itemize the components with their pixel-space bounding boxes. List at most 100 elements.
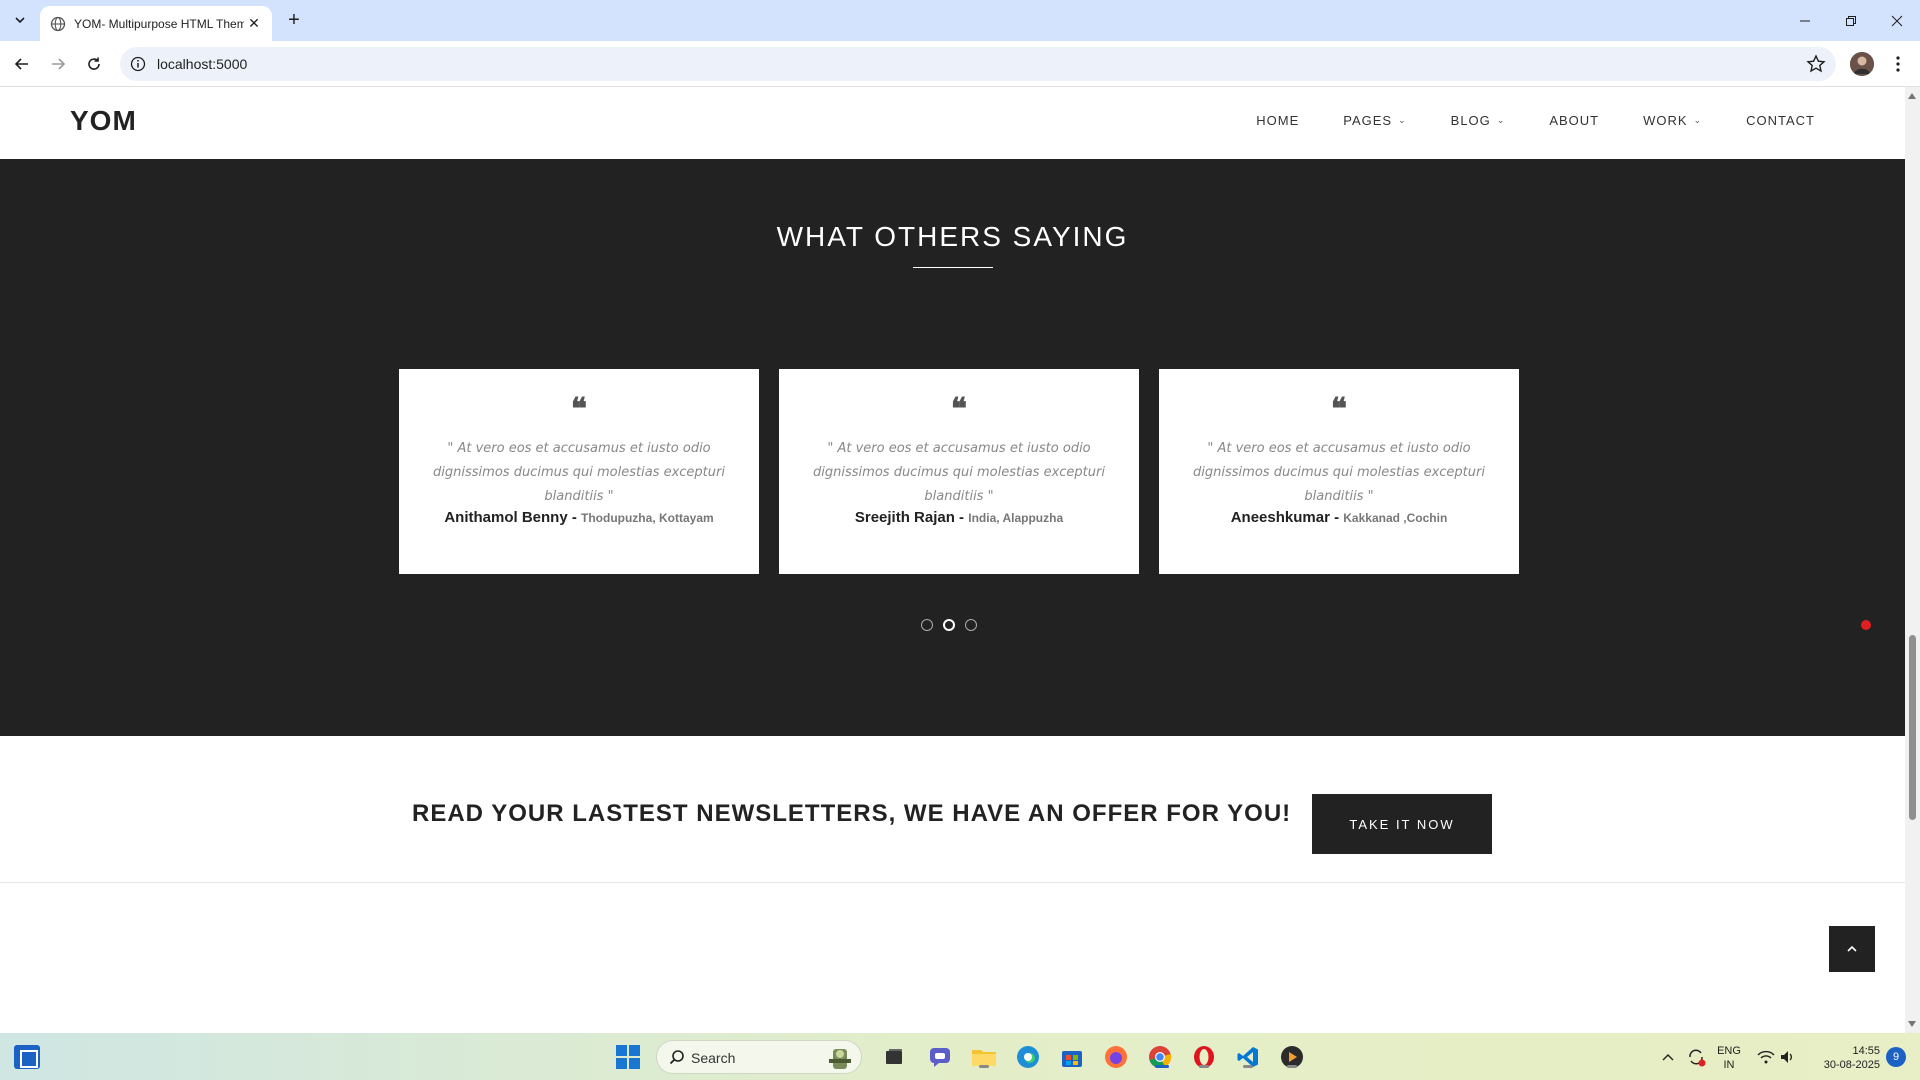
- minimize-button[interactable]: [1782, 0, 1828, 41]
- wifi-glyph: [1757, 1050, 1775, 1064]
- browser-tab-active[interactable]: YOM- Multipurpose HTML Theme ✕: [40, 6, 272, 41]
- take-it-now-button[interactable]: TAKE IT NOW: [1312, 794, 1492, 854]
- testimonial-author: Aneeshkumar - Kakkanad ,Cochin: [1159, 509, 1519, 526]
- nav-blog[interactable]: BLOG ⌄: [1451, 113, 1506, 128]
- profile-avatar[interactable]: [1850, 52, 1874, 76]
- browser-menu-button[interactable]: [1886, 52, 1910, 76]
- tab-search-button[interactable]: [8, 8, 32, 32]
- start-button[interactable]: [616, 1045, 640, 1069]
- teams-chat-icon[interactable]: [926, 1043, 954, 1071]
- back-button[interactable]: [10, 52, 34, 76]
- carousel-dot-3[interactable]: [965, 619, 977, 631]
- clock[interactable]: 14:55 30-08-2025: [1806, 1044, 1880, 1072]
- url-text[interactable]: localhost:5000: [157, 56, 247, 72]
- nav-pages[interactable]: PAGES ⌄: [1343, 113, 1406, 128]
- scrollbar-thumb[interactable]: [1909, 635, 1916, 820]
- tray-overflow-button[interactable]: [1658, 1043, 1678, 1071]
- new-tab-button[interactable]: +: [282, 8, 306, 32]
- tab-close-icon[interactable]: ✕: [246, 15, 262, 31]
- quote-icon: ❝: [950, 392, 968, 427]
- carousel-pagination: [921, 619, 977, 631]
- testimonial-card: ❝ " At vero eos et accusamus et iusto od…: [779, 369, 1139, 574]
- author-name: Aneeshkumar -: [1230, 509, 1344, 526]
- chevron-down-icon: [15, 17, 25, 24]
- language-indicator[interactable]: ENG IN: [1714, 1044, 1744, 1072]
- testimonial-author: Anithamol Benny - Thodupuzha, Kottayam: [399, 509, 759, 526]
- testimonial-author: Sreejith Rajan - India, Alappuzha: [779, 509, 1139, 526]
- media-player-icon[interactable]: [1278, 1043, 1306, 1071]
- testimonials-section: WHAT OTHERS SAYING ❝ " At vero eos et ac…: [0, 159, 1905, 736]
- close-icon: [1891, 15, 1903, 26]
- nav-label: PAGES: [1343, 113, 1393, 128]
- edge-icon[interactable]: [1014, 1043, 1042, 1071]
- record-dot-icon: [1861, 620, 1871, 630]
- author-location: India, Alappuzha: [968, 511, 1064, 525]
- quote-icon: ❝: [1330, 392, 1348, 427]
- running-indicator: [979, 1065, 989, 1068]
- nav-home[interactable]: HOME: [1256, 113, 1299, 128]
- scroll-down-arrow-icon[interactable]: [1908, 1021, 1916, 1027]
- testimonial-quote: " At vero eos et accusamus et iusto odio…: [813, 441, 1105, 504]
- tab-title: YOM- Multipurpose HTML Theme: [74, 16, 244, 31]
- nav-label: HOME: [1256, 113, 1300, 128]
- file-explorer-icon[interactable]: [970, 1043, 998, 1071]
- active-indicator: [1155, 1065, 1169, 1068]
- main-nav: HOME PAGES ⌄ BLOG ⌄ ABOUT WORK ⌄ CONTACT: [1212, 113, 1815, 128]
- reload-icon: [88, 57, 100, 70]
- running-indicator: [1243, 1065, 1253, 1068]
- task-view-icon[interactable]: [880, 1043, 908, 1071]
- address-bar[interactable]: localhost:5000: [120, 47, 1836, 81]
- notification-badge[interactable]: 9: [1886, 1047, 1906, 1067]
- info-icon[interactable]: [130, 56, 146, 72]
- site-logo[interactable]: YOM: [70, 105, 137, 137]
- firefox-glyph: [1105, 1046, 1127, 1068]
- screenrec-widget[interactable]: screenrec: [1854, 617, 1878, 707]
- testimonial-quote: " At vero eos et accusamus et iusto odio…: [433, 441, 725, 504]
- nav-label: CONTACT: [1746, 113, 1815, 128]
- section-title: WHAT OTHERS SAYING: [776, 221, 1129, 252]
- page-scrollbar[interactable]: [1905, 87, 1920, 1033]
- globe-icon: [50, 16, 66, 31]
- search-label: Search: [691, 1050, 736, 1066]
- back-to-top-button[interactable]: [1829, 926, 1875, 972]
- volume-icon[interactable]: [1776, 1043, 1800, 1071]
- sync-glyph: [1689, 1049, 1706, 1067]
- author-location: Thodupuzha, Kottayam: [581, 511, 714, 525]
- running-indicator: [1199, 1065, 1209, 1068]
- forward-button[interactable]: [46, 52, 70, 76]
- firefox-icon[interactable]: [1102, 1043, 1130, 1071]
- windows-taskbar: Search ENG IN 14:55 30-08-2025 9: [0, 1033, 1920, 1080]
- restore-button[interactable]: [1828, 0, 1874, 41]
- arrow-right-icon: [52, 58, 66, 70]
- title-divider: [913, 267, 993, 268]
- chevron-up-icon: [1847, 945, 1857, 952]
- clock-date: 30-08-2025: [1823, 1059, 1880, 1071]
- carousel-dot-2[interactable]: [943, 619, 955, 631]
- task-view-glyph: [886, 1049, 902, 1064]
- reload-button[interactable]: [82, 52, 106, 76]
- testimonial-card: ❝ " At vero eos et accusamus et iusto od…: [1159, 369, 1519, 574]
- nav-contact[interactable]: CONTACT: [1746, 113, 1815, 128]
- vscode-icon[interactable]: [1234, 1043, 1262, 1071]
- scroll-up-arrow-icon[interactable]: [1908, 93, 1916, 99]
- carousel-dot-1[interactable]: [921, 619, 933, 631]
- chrome-icon[interactable]: [1146, 1043, 1174, 1071]
- store-icon[interactable]: [1058, 1043, 1086, 1071]
- speaker-glyph: [1781, 1051, 1792, 1063]
- search-highlight-icon: [829, 1049, 851, 1069]
- quote-icon: ❝: [570, 392, 588, 427]
- wifi-icon[interactable]: [1754, 1043, 1778, 1071]
- chevron-down-icon: ⌄: [1398, 115, 1407, 125]
- nav-about[interactable]: ABOUT: [1549, 113, 1599, 128]
- site-header: YOM HOME PAGES ⌄ BLOG ⌄ ABOUT WORK ⌄ CONTAC…: [0, 87, 1905, 159]
- widgets-icon[interactable]: [14, 1045, 40, 1069]
- bookmark-star-icon[interactable]: [1806, 54, 1826, 74]
- opera-icon[interactable]: [1190, 1043, 1218, 1071]
- sync-status-icon[interactable]: [1684, 1043, 1708, 1071]
- newsletter-headline: READ YOUR LASTEST NEWSLETTERS, WE HAVE A…: [412, 800, 1292, 827]
- nav-work[interactable]: WORK ⌄: [1643, 113, 1702, 128]
- taskbar-search[interactable]: Search: [656, 1040, 862, 1074]
- running-indicator: [1287, 1065, 1297, 1068]
- testimonial-quote: " At vero eos et accusamus et iusto odio…: [1193, 441, 1485, 504]
- close-window-button[interactable]: [1874, 0, 1920, 41]
